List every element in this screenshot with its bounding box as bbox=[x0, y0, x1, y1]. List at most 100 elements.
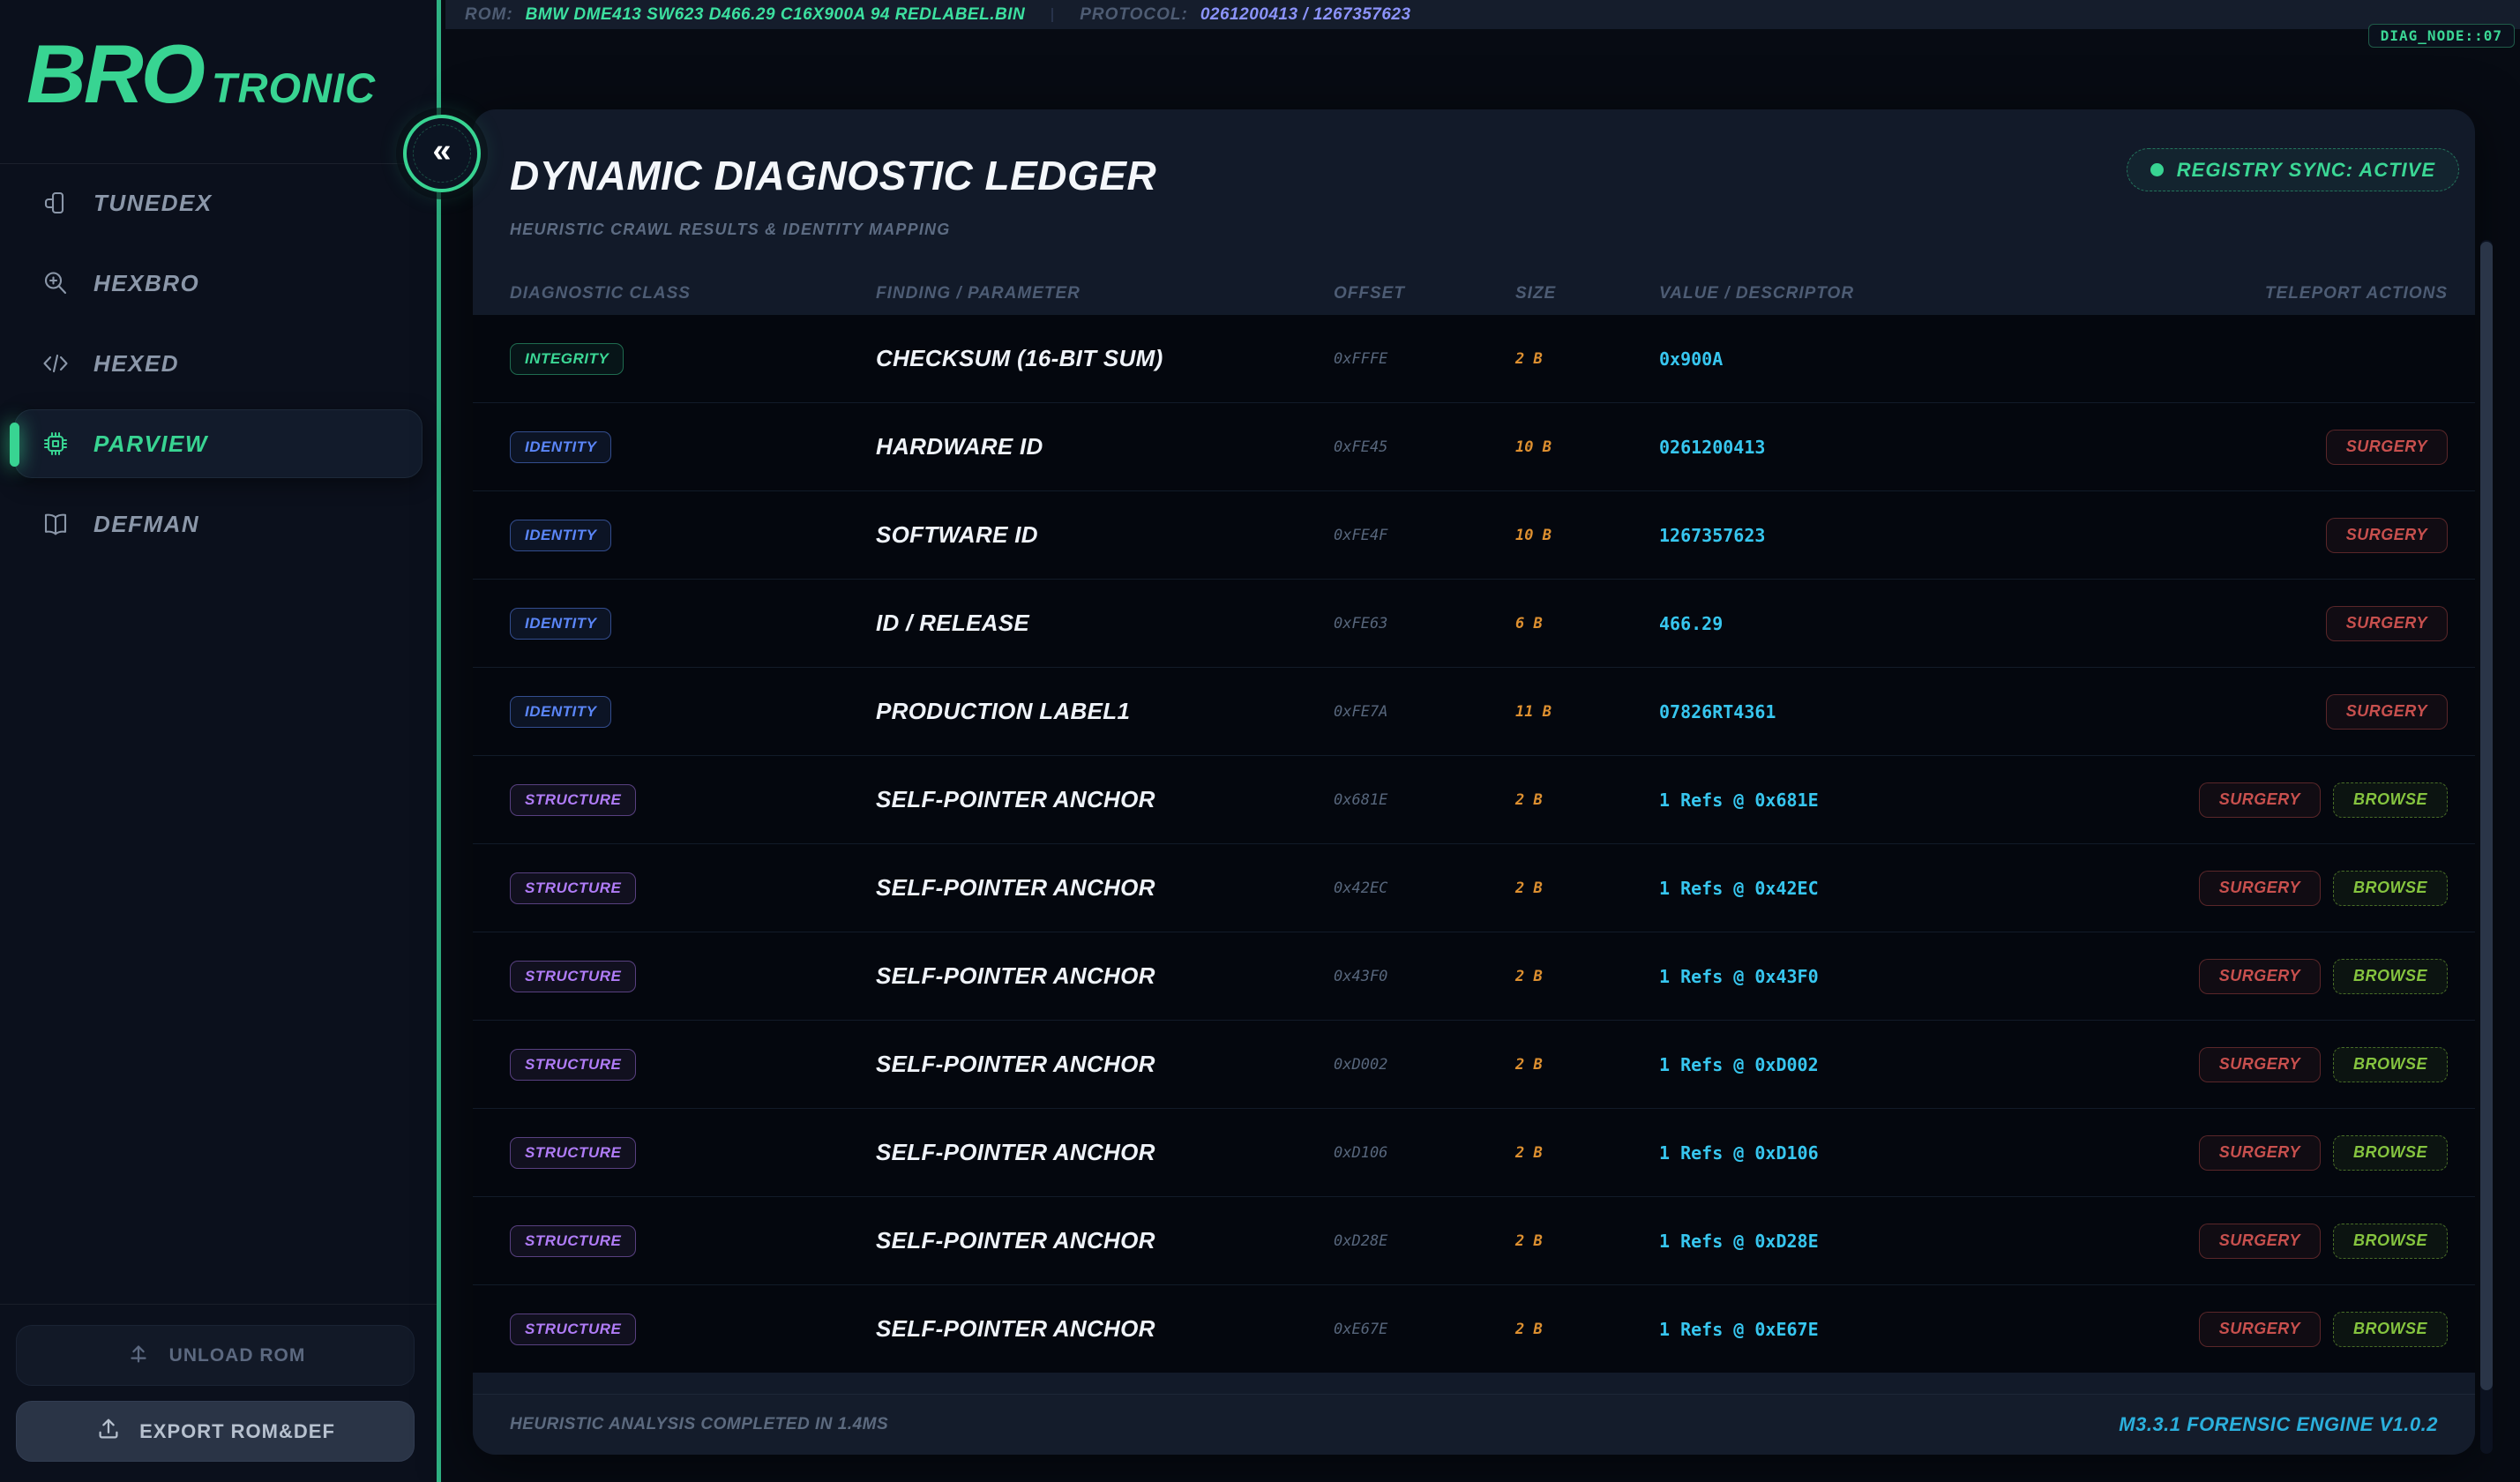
size-value: 2 B bbox=[1515, 350, 1659, 368]
value-descriptor: 1 Refs @ 0x43F0 bbox=[1659, 966, 2100, 987]
finding-label: SELF-POINTER ANCHOR bbox=[876, 1051, 1334, 1078]
finding-label: SELF-POINTER ANCHOR bbox=[876, 1227, 1334, 1254]
value-descriptor: 07826RT4361 bbox=[1659, 701, 2100, 722]
table-row: INTEGRITY CHECKSUM (16-BIT SUM)0xFFFE2 B0… bbox=[473, 314, 2475, 402]
browse-button[interactable]: BROWSE bbox=[2333, 871, 2448, 906]
offset-value: 0xFE45 bbox=[1334, 438, 1515, 456]
column-header-offset: OFFSET bbox=[1334, 284, 1515, 303]
logo-primary: BRO bbox=[26, 26, 203, 122]
class-badge-identity: IDENTITY bbox=[510, 520, 611, 551]
export-rom-def-button[interactable]: EXPORT ROM&DEF bbox=[16, 1401, 415, 1462]
finding-label: ID / RELEASE bbox=[876, 610, 1334, 637]
table-header-row: DIAGNOSTIC CLASSFINDING / PARAMETEROFFSE… bbox=[473, 273, 2475, 314]
finding-label: SELF-POINTER ANCHOR bbox=[876, 874, 1334, 902]
size-value: 10 B bbox=[1515, 438, 1659, 456]
teleport-actions: SURGERY bbox=[2100, 430, 2448, 465]
class-badge-structure: STRUCTURE bbox=[510, 1049, 636, 1081]
browse-button[interactable]: BROWSE bbox=[2333, 1312, 2448, 1347]
browse-button[interactable]: BROWSE bbox=[2333, 959, 2448, 994]
chevron-double-left-icon: « bbox=[432, 132, 451, 170]
finding-label: SELF-POINTER ANCHOR bbox=[876, 1315, 1334, 1343]
class-badge-integrity: INTEGRITY bbox=[510, 343, 624, 375]
surgery-button[interactable]: SURGERY bbox=[2326, 430, 2448, 465]
finding-label: CHECKSUM (16-BIT SUM) bbox=[876, 345, 1334, 372]
diagnostic-ledger-panel: DYNAMIC DIAGNOSTIC LEDGER HEURISTIC CRAW… bbox=[473, 109, 2475, 1455]
size-value: 2 B bbox=[1515, 1321, 1659, 1338]
table-row: STRUCTURE SELF-POINTER ANCHOR0xE67E2 B1 R… bbox=[473, 1284, 2475, 1373]
table-body: INTEGRITYCHECKSUM (16-BIT SUM)0xFFFE2 B0… bbox=[473, 314, 2475, 1373]
size-value: 10 B bbox=[1515, 527, 1659, 544]
teleport-actions: SURGERY BROWSE bbox=[2100, 1312, 2448, 1347]
sidebar-item-parview[interactable]: PARVIEW bbox=[14, 409, 422, 478]
topbar: ROM: BMW DME413 SW623 D466.29 C16X900A 9… bbox=[445, 0, 2520, 29]
surgery-button[interactable]: SURGERY bbox=[2199, 871, 2321, 906]
teleport-actions: SURGERY BROWSE bbox=[2100, 871, 2448, 906]
sidebar: BRO TRONIC TUNEDEX HEXBRO HEXED PARVIEW DEFM… bbox=[0, 0, 441, 1482]
size-value: 2 B bbox=[1515, 1232, 1659, 1250]
registry-sync-label: REGISTRY SYNC: ACTIVE bbox=[2177, 159, 2435, 182]
table-row: IDENTITYSOFTWARE ID0xFE4F10 B1267357623S… bbox=[473, 490, 2475, 579]
table-row: IDENTITYID / RELEASE0xFE636 B466.29SURGE… bbox=[473, 579, 2475, 667]
value-descriptor: 466.29 bbox=[1659, 613, 2100, 634]
column-header-finding: FINDING / PARAMETER bbox=[876, 284, 1334, 303]
surgery-button[interactable]: SURGERY bbox=[2199, 1047, 2321, 1082]
teleport-actions: SURGERY BROWSE bbox=[2100, 959, 2448, 994]
value-descriptor: 1 Refs @ 0x42EC bbox=[1659, 878, 2100, 899]
surgery-button[interactable]: SURGERY bbox=[2326, 518, 2448, 553]
offset-value: 0xFE7A bbox=[1334, 703, 1515, 721]
value-descriptor: 0x900A bbox=[1659, 348, 2100, 370]
browse-button[interactable]: BROWSE bbox=[2333, 1047, 2448, 1082]
table-row: IDENTITYPRODUCTION LABEL10xFE7A11 B07826… bbox=[473, 667, 2475, 755]
class-badge-structure: STRUCTURE bbox=[510, 1314, 636, 1345]
scrollbar-thumb[interactable] bbox=[2480, 242, 2493, 1390]
sidebar-item-hexbro[interactable]: HEXBRO bbox=[14, 249, 422, 318]
offset-value: 0x681E bbox=[1334, 791, 1515, 809]
diag-node-badge: DIAG_NODE::07 bbox=[2368, 24, 2515, 48]
sidebar-item-hexed[interactable]: HEXED bbox=[14, 329, 422, 398]
logo-secondary: TRONIC bbox=[212, 64, 376, 112]
collapse-sidebar-button[interactable]: « bbox=[403, 115, 481, 192]
browse-button[interactable]: BROWSE bbox=[2333, 782, 2448, 818]
surgery-button[interactable]: SURGERY bbox=[2199, 959, 2321, 994]
protocol-value: 0261200413 / 1267357623 bbox=[1200, 5, 1411, 25]
offset-value: 0x42EC bbox=[1334, 879, 1515, 897]
status-dot-icon bbox=[2150, 163, 2164, 176]
surgery-button[interactable]: SURGERY bbox=[2199, 1224, 2321, 1259]
sidebar-item-tunedex[interactable]: TUNEDEX bbox=[14, 168, 422, 237]
class-badge-structure: STRUCTURE bbox=[510, 1137, 636, 1169]
unload-rom-button[interactable]: UNLOAD ROM bbox=[16, 1325, 415, 1386]
finding-label: SOFTWARE ID bbox=[876, 521, 1334, 549]
sidebar-item-label: PARVIEW bbox=[93, 430, 208, 458]
size-value: 2 B bbox=[1515, 1144, 1659, 1162]
finding-label: SELF-POINTER ANCHOR bbox=[876, 1139, 1334, 1166]
surgery-button[interactable]: SURGERY bbox=[2326, 606, 2448, 641]
surgery-button[interactable]: SURGERY bbox=[2199, 1312, 2321, 1347]
value-descriptor: 1 Refs @ 0xE67E bbox=[1659, 1319, 2100, 1340]
column-header-class: DIAGNOSTIC CLASS bbox=[510, 284, 876, 303]
value-descriptor: 0261200413 bbox=[1659, 437, 2100, 458]
browse-button[interactable]: BROWSE bbox=[2333, 1224, 2448, 1259]
column-header-size: SIZE bbox=[1515, 284, 1659, 303]
size-value: 2 B bbox=[1515, 968, 1659, 985]
table-row: STRUCTURESELF-POINTER ANCHOR0x681E2 B1 R… bbox=[473, 755, 2475, 843]
offset-value: 0xD28E bbox=[1334, 1232, 1515, 1250]
vertical-scrollbar bbox=[2480, 240, 2493, 1454]
unload-rom-label: UNLOAD ROM bbox=[169, 1345, 306, 1366]
offset-value: 0xE67E bbox=[1334, 1321, 1515, 1338]
surgery-button[interactable]: SURGERY bbox=[2199, 782, 2321, 818]
size-value: 6 B bbox=[1515, 615, 1659, 632]
teleport-actions: SURGERY BROWSE bbox=[2100, 1135, 2448, 1171]
sidebar-bottom-divider bbox=[0, 1304, 437, 1305]
page-subtitle: HEURISTIC CRAWL RESULTS & IDENTITY MAPPI… bbox=[510, 221, 950, 239]
browse-button[interactable]: BROWSE bbox=[2333, 1135, 2448, 1171]
surgery-button[interactable]: SURGERY bbox=[2199, 1135, 2321, 1171]
topbar-divider bbox=[1051, 8, 1053, 22]
sidebar-item-label: HEXBRO bbox=[93, 270, 199, 297]
table-row: STRUCTURESELF-POINTER ANCHOR0xD0022 B1 R… bbox=[473, 1020, 2475, 1108]
surgery-button[interactable]: SURGERY bbox=[2326, 694, 2448, 730]
offset-value: 0xFFFE bbox=[1334, 350, 1515, 368]
value-descriptor: 1 Refs @ 0xD106 bbox=[1659, 1142, 2100, 1164]
sidebar-item-defman[interactable]: DEFMAN bbox=[14, 490, 422, 558]
table-row: STRUCTURESELF-POINTER ANCHOR0x43F02 B1 R… bbox=[473, 932, 2475, 1020]
table-row: STRUCTURESELF-POINTER ANCHOR0xD28E2 B1 R… bbox=[473, 1196, 2475, 1284]
